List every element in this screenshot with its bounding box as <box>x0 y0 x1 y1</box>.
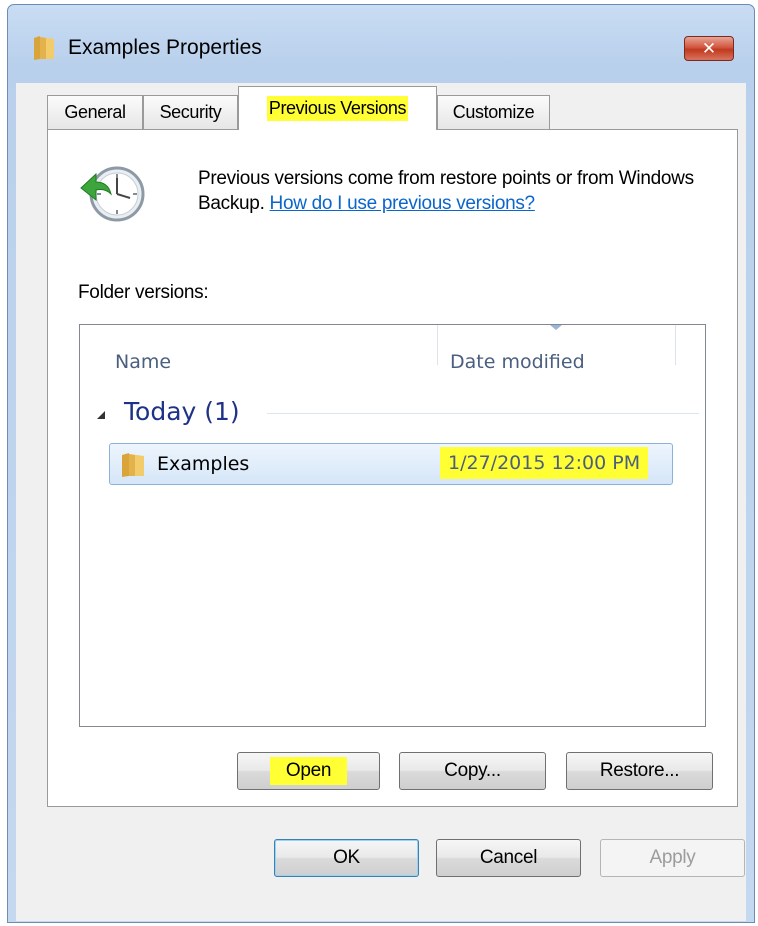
properties-window: Examples Properties ✕ General Security P… <box>7 4 755 923</box>
column-header-name[interactable]: Name <box>115 351 171 373</box>
previous-versions-panel: Previous versions come from restore poin… <box>47 129 738 807</box>
column-header-date-modified[interactable]: Date modified <box>450 351 585 373</box>
collapse-triangle-icon[interactable] <box>97 411 105 419</box>
window-title: Examples Properties <box>68 36 262 59</box>
cancel-button[interactable]: Cancel <box>436 839 581 877</box>
list-item[interactable]: Examples 1/27/2015 12:00 PM <box>109 443 673 485</box>
group-divider <box>267 413 699 414</box>
copy-button[interactable]: Copy... <box>399 752 546 790</box>
folder-icon <box>122 453 144 477</box>
restore-button[interactable]: Restore... <box>566 752 713 790</box>
tab-general-label: General <box>64 102 126 122</box>
apply-button-label: Apply <box>649 847 696 868</box>
folder-icon <box>34 36 54 60</box>
column-separator[interactable] <box>675 325 676 365</box>
folder-versions-list[interactable]: Name Date modified Today (1) Examples 1/… <box>79 324 706 727</box>
ok-button-label: OK <box>333 847 360 868</box>
tab-security-label: Security <box>159 102 222 122</box>
restore-button-label: Restore... <box>599 760 680 781</box>
column-separator[interactable] <box>437 325 438 365</box>
help-link[interactable]: How do I use previous versions? <box>270 193 536 214</box>
item-date-modified: 1/27/2015 12:00 PM <box>440 447 649 479</box>
apply-button[interactable]: Apply <box>600 839 745 877</box>
ok-button[interactable]: OK <box>274 839 419 877</box>
cancel-button-label: Cancel <box>479 847 538 868</box>
open-button-label: Open <box>269 757 348 785</box>
folder-versions-label: Folder versions: <box>78 282 209 303</box>
group-header-today[interactable]: Today (1) <box>124 397 240 426</box>
copy-button-label: Copy... <box>444 760 501 781</box>
title-bar[interactable]: Examples Properties ✕ <box>8 5 754 83</box>
item-name: Examples <box>157 453 250 475</box>
tab-customize[interactable]: Customize <box>437 95 550 129</box>
close-button[interactable]: ✕ <box>684 36 734 61</box>
clock-restore-icon <box>80 166 145 222</box>
dialog-client-area: General Security Previous Versions Custo… <box>16 83 746 921</box>
tab-customize-label: Customize <box>452 102 535 122</box>
tab-previous-versions-label: Previous Versions <box>266 96 409 121</box>
tab-general[interactable]: General <box>47 95 143 129</box>
close-icon: ✕ <box>701 38 717 59</box>
sort-arrow-icon <box>550 325 562 330</box>
tab-security[interactable]: Security <box>143 95 238 129</box>
open-button[interactable]: Open <box>237 752 380 790</box>
tab-previous-versions[interactable]: Previous Versions <box>238 86 437 130</box>
panel-description: Previous versions come from restore poin… <box>198 166 718 216</box>
